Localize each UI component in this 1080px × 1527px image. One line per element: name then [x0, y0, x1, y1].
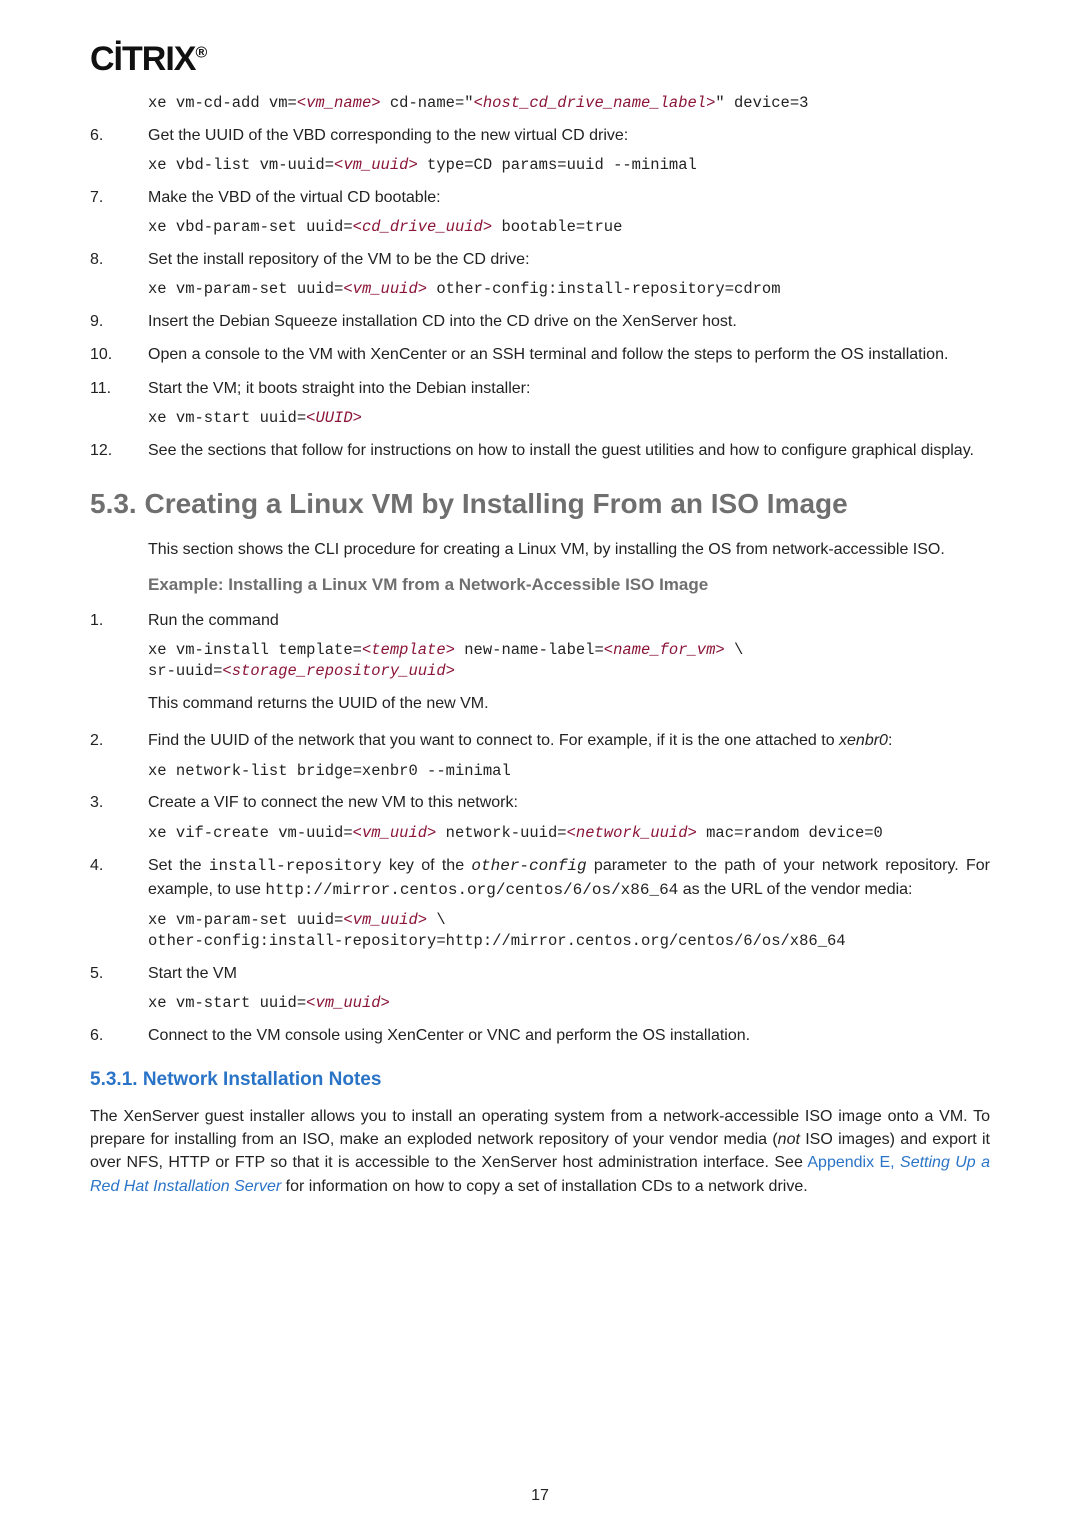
step-number: 8. — [90, 248, 132, 271]
step-11: 11. Start the VM; it boots straight into… — [148, 377, 990, 429]
step-text: Insert the Debian Squeeze installation C… — [148, 313, 737, 330]
other-config-key: other-config — [471, 857, 586, 875]
content-column: xe vm-cd-add vm=<vm_name> cd-name="<host… — [90, 93, 990, 1198]
code-vm-param-set-cdrom: xe vm-param-set uuid=<vm_uuid> other-con… — [148, 279, 990, 300]
step-text: Run the command — [148, 612, 279, 629]
ex-step-3: 3. Create a VIF to connect the new VM to… — [148, 791, 990, 843]
example-title: Example: Installing a Linux VM from a Ne… — [148, 575, 990, 595]
step-number: 9. — [90, 310, 132, 333]
step-10: 10. Open a console to the VM with XenCen… — [148, 343, 990, 366]
install-repository-key: install-repository — [209, 857, 382, 875]
code-vm-start-2: xe vm-start uuid=<vm_uuid> — [148, 993, 990, 1014]
step-6: 6. Get the UUID of the VBD corresponding… — [148, 124, 990, 176]
xenbr0-em: xenbr0 — [839, 732, 888, 749]
step-text: Make the VBD of the virtual CD bootable: — [148, 189, 441, 206]
step-12: 12. See the sections that follow for ins… — [148, 439, 990, 462]
code-vbd-param-set: xe vbd-param-set uuid=<cd_drive_uuid> bo… — [148, 217, 990, 238]
page: CİTRIX® xe vm-cd-add vm=<vm_name> cd-nam… — [0, 0, 1080, 1527]
step-number: 6. — [90, 1024, 132, 1047]
step-text: See the sections that follow for instruc… — [148, 442, 974, 459]
step-text: Open a console to the VM with XenCenter … — [148, 346, 948, 363]
step-text: Start the VM — [148, 965, 237, 982]
step-text: Set the install repository of the VM to … — [148, 251, 530, 268]
code-vm-start: xe vm-start uuid=<UUID> — [148, 408, 990, 429]
ex-step-1: 1. Run the command xe vm-install templat… — [148, 609, 990, 715]
ex-step-4: 4. Set the install-repository key of the… — [148, 854, 990, 952]
step-number: 11. — [90, 377, 132, 400]
logo-mark: ® — [195, 45, 206, 62]
example-steps-list: 1. Run the command xe vm-install templat… — [148, 609, 990, 1047]
step-number: 6. — [90, 124, 132, 147]
ex-step-6: 6. Connect to the VM console using XenCe… — [148, 1024, 990, 1047]
page-number: 17 — [0, 1487, 1080, 1505]
section-intro: This section shows the CLI procedure for… — [148, 538, 990, 561]
step-number: 5. — [90, 962, 132, 985]
step-text: Set the install-repository key of the ot… — [148, 857, 990, 898]
step-number: 10. — [90, 343, 132, 366]
ex-step-5: 5. Start the VM xe vm-start uuid=<vm_uui… — [148, 962, 990, 1014]
step-number: 2. — [90, 729, 132, 752]
section-5-3-heading: 5.3. Creating a Linux VM by Installing F… — [90, 488, 990, 520]
step-number: 7. — [90, 186, 132, 209]
step-7: 7. Make the VBD of the virtual CD bootab… — [148, 186, 990, 238]
subsection-5-3-1-heading: 5.3.1. Network Installation Notes — [90, 1069, 990, 1091]
logo-text: CİTRIX — [90, 40, 195, 78]
notes-paragraph: The XenServer guest installer allows you… — [90, 1105, 990, 1198]
step-text: Connect to the VM console using XenCente… — [148, 1027, 750, 1044]
step-text: Find the UUID of the network that you wa… — [148, 732, 892, 749]
code-network-list: xe network-list bridge=xenbr0 --minimal — [148, 761, 990, 782]
code-vm-cd-add: xe vm-cd-add vm=<vm_name> cd-name="<host… — [148, 93, 990, 114]
mirror-url: http://mirror.centos.org/centos/6/os/x86… — [265, 881, 678, 899]
citrix-logo: CİTRIX® — [90, 40, 990, 79]
step-number: 1. — [90, 609, 132, 632]
step-text: Create a VIF to connect the new VM to th… — [148, 794, 518, 811]
step-text: Start the VM; it boots straight into the… — [148, 380, 530, 397]
step-text: Get the UUID of the VBD corresponding to… — [148, 127, 628, 144]
code-vif-create: xe vif-create vm-uuid=<vm_uuid> network-… — [148, 823, 990, 844]
step-number: 12. — [90, 439, 132, 462]
code-vm-param-set-repo: xe vm-param-set uuid=<vm_uuid> \ other-c… — [148, 910, 990, 952]
not-em: not — [778, 1131, 800, 1148]
step-8: 8. Set the install repository of the VM … — [148, 248, 990, 300]
step-number: 4. — [90, 854, 132, 877]
top-steps-list: 6. Get the UUID of the VBD corresponding… — [148, 124, 990, 462]
ex-step-2: 2. Find the UUID of the network that you… — [148, 729, 990, 781]
step-9: 9. Insert the Debian Squeeze installatio… — [148, 310, 990, 333]
step-after-text: This command returns the UUID of the new… — [148, 692, 990, 715]
step-number: 3. — [90, 791, 132, 814]
code-vbd-list: xe vbd-list vm-uuid=<vm_uuid> type=CD pa… — [148, 155, 990, 176]
code-vm-install: xe vm-install template=<template> new-na… — [148, 640, 990, 682]
